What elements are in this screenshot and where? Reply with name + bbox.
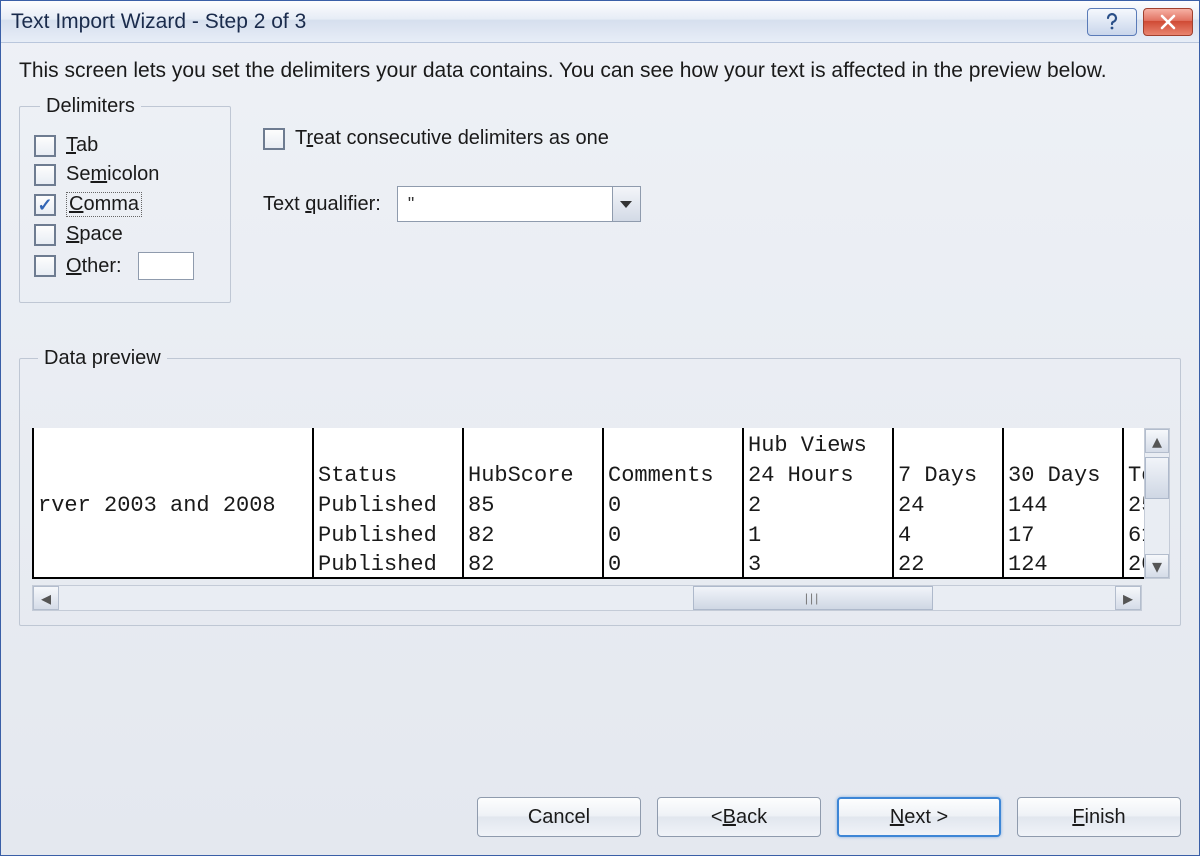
back-button[interactable]: < Back — [657, 797, 821, 837]
treat-consecutive-label: Treat consecutive delimiters as one — [295, 127, 609, 150]
dropdown-value: " — [398, 194, 612, 215]
delimiter-space[interactable]: Space — [34, 223, 216, 246]
data-preview: Hub ViewsStatusHubScoreComments24 Hours7… — [32, 428, 1168, 579]
table-cell: 1 — [743, 518, 893, 548]
table-cell — [33, 428, 313, 458]
delimiter-label: Other: — [66, 255, 122, 278]
checkbox-icon — [263, 128, 285, 150]
table-cell: HubScore — [463, 458, 603, 488]
checkbox-icon — [34, 224, 56, 246]
table-cell — [33, 548, 313, 578]
horizontal-scrollbar[interactable]: ◂ ||| ▸ — [32, 585, 1142, 611]
delimiters-group: Delimiters Tab Semicolon Comma Space — [19, 95, 231, 303]
table-cell — [463, 428, 603, 458]
text-qualifier-dropdown[interactable]: " — [397, 186, 641, 222]
table-cell — [893, 428, 1003, 458]
table-cell: 2 — [743, 488, 893, 518]
table-cell: 82 — [463, 518, 603, 548]
table-cell — [33, 458, 313, 488]
window-title: Text Import Wizard - Step 2 of 3 — [11, 10, 1087, 34]
table-cell: 85 — [463, 488, 603, 518]
table-header-row: StatusHubScoreComments24 Hours7 Days30 D… — [33, 458, 1163, 488]
preview-table: Hub ViewsStatusHubScoreComments24 Hours7… — [32, 428, 1164, 579]
table-cell: 82 — [463, 548, 603, 578]
help-icon — [1103, 13, 1121, 31]
table-row: rver 2003 and 2008Published850224144252 — [33, 488, 1163, 518]
scroll-thumb — [1145, 457, 1169, 499]
table-cell: 17 — [1003, 518, 1123, 548]
next-button[interactable]: Next > — [837, 797, 1001, 837]
scroll-up-icon: ▴ — [1145, 429, 1169, 453]
table-cell — [1003, 428, 1123, 458]
cancel-button[interactable]: Cancel — [477, 797, 641, 837]
text-qualifier-label: Text qualifier: — [263, 193, 381, 216]
scroll-right-icon: ▸ — [1115, 586, 1141, 610]
delimiters-legend: Delimiters — [40, 95, 141, 118]
help-button[interactable] — [1087, 8, 1137, 36]
table-cell: 0 — [603, 548, 743, 578]
table-cell: 0 — [603, 488, 743, 518]
dialog-body: This screen lets you set the delimiters … — [1, 43, 1199, 626]
scroll-thumb: ||| — [693, 586, 933, 610]
table-cell: Comments — [603, 458, 743, 488]
close-button[interactable] — [1143, 8, 1193, 36]
delimiter-label: Space — [66, 223, 123, 246]
scroll-down-icon: ▾ — [1145, 554, 1169, 578]
delimiter-semicolon[interactable]: Semicolon — [34, 163, 216, 186]
checkbox-icon — [34, 135, 56, 157]
table-cell: rver 2003 and 2008 — [33, 488, 313, 518]
table-cell: Published — [313, 518, 463, 548]
chevron-down-icon — [612, 187, 640, 221]
titlebar: Text Import Wizard - Step 2 of 3 — [1, 1, 1199, 43]
table-cell: 0 — [603, 518, 743, 548]
table-cell: 7 Days — [893, 458, 1003, 488]
vertical-scrollbar[interactable]: ▴ ▾ — [1144, 428, 1170, 579]
delimiter-label: Tab — [66, 134, 98, 157]
table-cell: 22 — [893, 548, 1003, 578]
table-cell: 24 — [893, 488, 1003, 518]
table-cell: 124 — [1003, 548, 1123, 578]
table-cell: 30 Days — [1003, 458, 1123, 488]
titlebar-buttons — [1087, 8, 1193, 36]
checkbox-icon — [34, 164, 56, 186]
table-cell: 3 — [743, 548, 893, 578]
table-cell: Published — [313, 548, 463, 578]
table-row: Published820322124201 — [33, 548, 1163, 578]
table-cell: 4 — [893, 518, 1003, 548]
delimiter-other[interactable]: Other: — [34, 252, 216, 280]
table-header-row: Hub Views — [33, 428, 1163, 458]
intro-text: This screen lets you set the delimiters … — [19, 57, 1181, 85]
other-delimiter-input[interactable] — [138, 252, 194, 280]
table-cell: Hub Views — [743, 428, 893, 458]
table-row: Published820141761 — [33, 518, 1163, 548]
scroll-left-icon: ◂ — [33, 586, 59, 610]
data-preview-group: Data preview Hub ViewsStatusHubScoreComm… — [19, 347, 1181, 626]
table-cell — [603, 428, 743, 458]
table-cell: 144 — [1003, 488, 1123, 518]
close-icon — [1159, 13, 1177, 31]
table-cell: Status — [313, 458, 463, 488]
delimiter-comma[interactable]: Comma — [34, 192, 216, 217]
delimiter-tab[interactable]: Tab — [34, 134, 216, 157]
table-cell: 24 Hours — [743, 458, 893, 488]
wizard-buttons: Cancel < Back Next > Finish — [477, 797, 1181, 837]
delimiter-options: Treat consecutive delimiters as one Text… — [263, 95, 641, 222]
table-cell: Published — [313, 488, 463, 518]
data-preview-legend: Data preview — [38, 347, 167, 370]
finish-button[interactable]: Finish — [1017, 797, 1181, 837]
treat-consecutive-checkbox[interactable]: Treat consecutive delimiters as one — [263, 127, 641, 150]
checkbox-icon — [34, 255, 56, 277]
checkbox-icon — [34, 194, 56, 216]
delimiter-label: Comma — [66, 192, 142, 217]
table-cell — [313, 428, 463, 458]
text-qualifier-row: Text qualifier: " — [263, 186, 641, 222]
delimiter-label: Semicolon — [66, 163, 159, 186]
table-cell — [33, 518, 313, 548]
wizard-window: Text Import Wizard - Step 2 of 3 This sc… — [0, 0, 1200, 856]
